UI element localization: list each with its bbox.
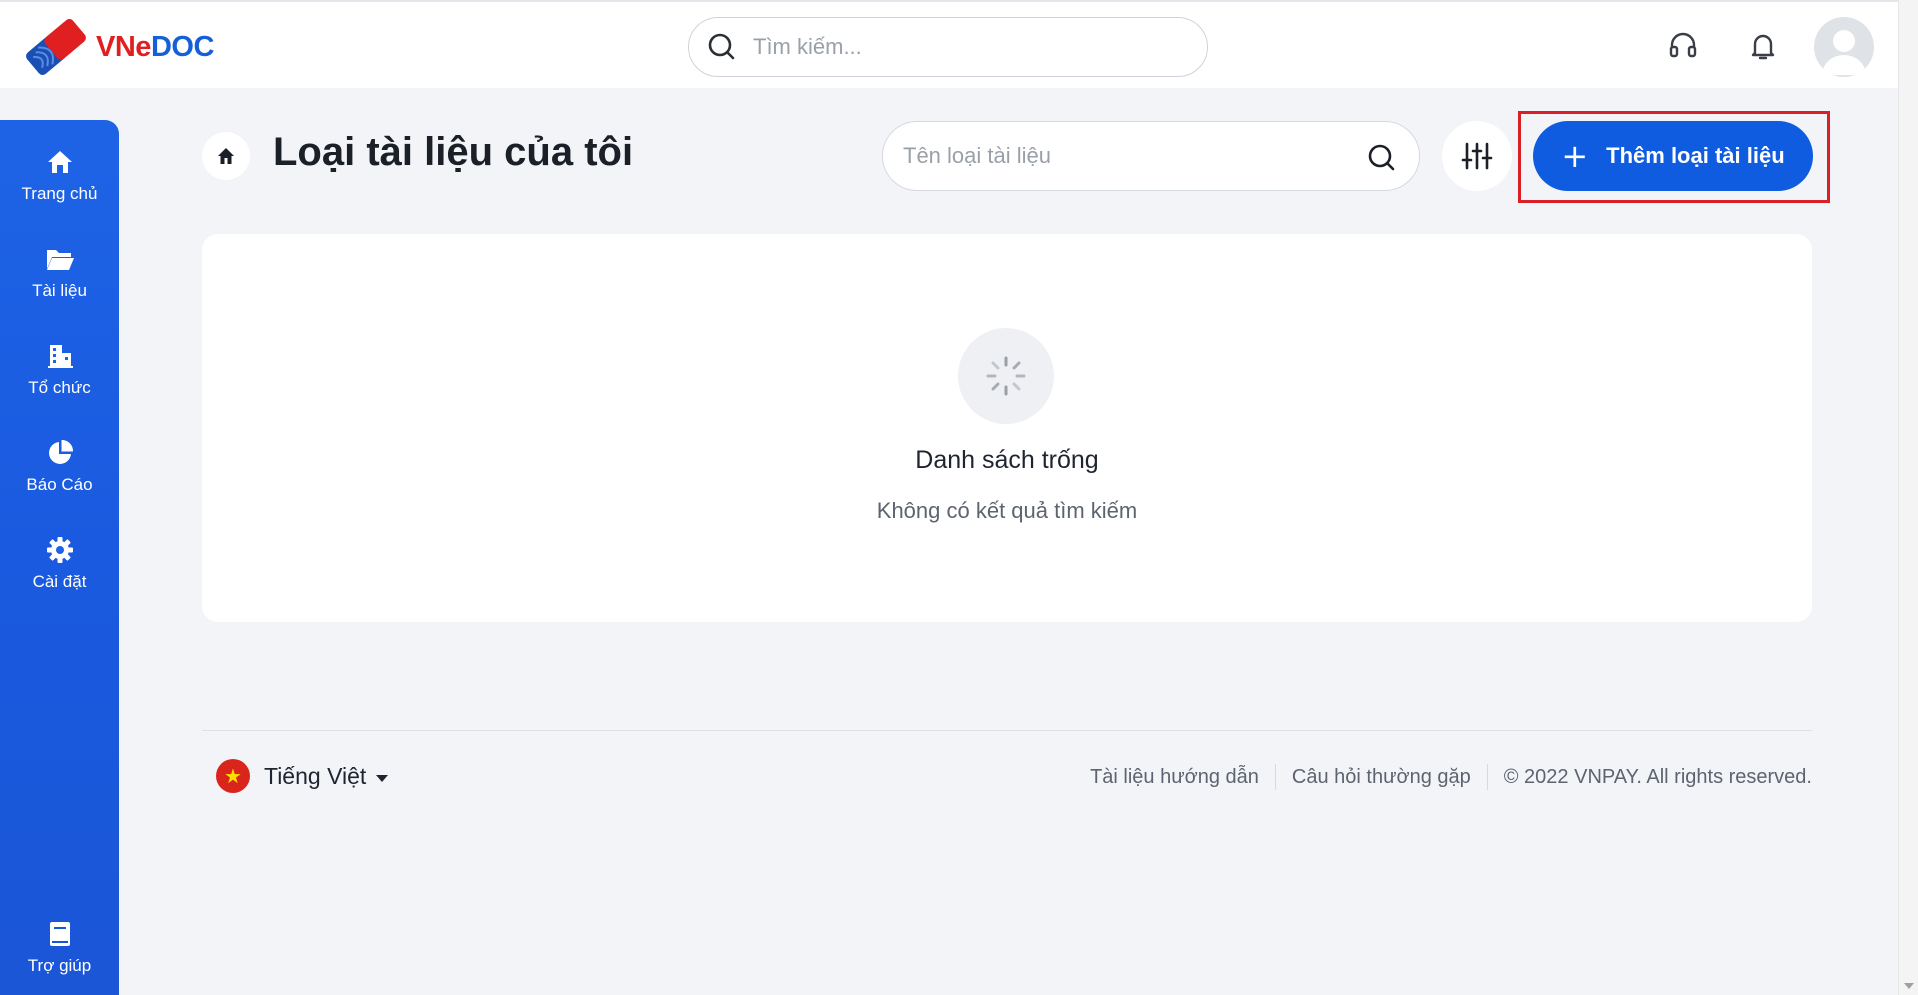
user-placeholder-icon — [1822, 30, 1866, 75]
language-label: Tiếng Việt — [264, 762, 367, 789]
copyright-text: © 2022 VNPAY. All rights reserved. — [1503, 765, 1812, 788]
footer-divider — [202, 730, 1812, 731]
add-button-label: Thêm loại tài liệu — [1606, 143, 1785, 168]
folder-icon — [46, 250, 74, 270]
search-icon — [708, 33, 735, 60]
bell-icon[interactable] — [1743, 26, 1783, 66]
scroll-down-arrow-icon[interactable] — [1904, 983, 1914, 989]
sidebar-item-label: Tài liệu — [32, 281, 87, 300]
plus-icon: + — [1561, 137, 1589, 175]
footer-separator — [1274, 764, 1276, 790]
empty-state-subtitle: Không có kết quả tìm kiếm — [876, 498, 1138, 523]
book-icon — [49, 922, 70, 946]
footer-link-guide[interactable]: Tài liệu hướng dẫn — [1090, 766, 1259, 789]
headset-icon[interactable] — [1663, 26, 1703, 66]
sidebar-item-label: Trợ giúp — [27, 956, 92, 975]
language-selector[interactable]: ★ Tiếng Việt — [216, 759, 389, 793]
gear-icon — [46, 537, 73, 563]
avatar[interactable] — [1814, 17, 1874, 77]
sidebar-item-documents[interactable]: Tài liệu — [0, 245, 119, 325]
empty-state-title: Danh sách trống — [915, 446, 1099, 474]
home-icon — [47, 151, 72, 173]
vietnam-flag-icon: ★ — [216, 759, 250, 793]
sidebar-item-label: Tổ chức — [28, 378, 91, 397]
add-document-type-button[interactable]: + Thêm loại tài liệu — [1533, 121, 1813, 191]
sidebar: Trang chủ Tài liệu Tổ chức Báo Cáo Cài đ… — [0, 120, 119, 995]
sidebar-item-reports[interactable]: Báo Cáo — [0, 439, 119, 519]
sidebar-item-help[interactable]: Trợ giúp — [0, 920, 119, 995]
sidebar-item-label: Báo Cáo — [26, 475, 93, 494]
document-type-search-input[interactable] — [903, 143, 1343, 169]
footer-separator — [1486, 764, 1488, 790]
footer-links: Tài liệu hướng dẫn Câu hỏi thường gặp © … — [1090, 763, 1812, 791]
global-search-bar[interactable] — [688, 17, 1208, 77]
logo-text: VNeDOC — [96, 30, 214, 63]
pie-chart-icon — [48, 439, 73, 464]
search-icon[interactable] — [1367, 143, 1397, 173]
sidebar-item-organization[interactable]: Tổ chức — [0, 342, 119, 422]
vertical-scrollbar[interactable] — [1898, 0, 1918, 995]
filter-button[interactable] — [1442, 121, 1512, 191]
page-title: Loại tài liệu của tôi — [273, 130, 634, 174]
home-icon — [218, 148, 234, 164]
sliders-icon — [1461, 142, 1493, 170]
loading-spinner-icon — [958, 328, 1054, 424]
top-header: VNeDOC — [0, 0, 1898, 88]
logo-mark-icon — [26, 19, 86, 75]
document-type-search[interactable] — [882, 121, 1420, 191]
sidebar-item-settings[interactable]: Cài đặt — [0, 536, 119, 616]
global-search-input[interactable] — [753, 34, 1173, 60]
vnedoc-logo[interactable]: VNeDOC — [20, 18, 214, 76]
footer-link-faq[interactable]: Câu hỏi thường gặp — [1292, 766, 1471, 789]
sidebar-item-home[interactable]: Trang chủ — [0, 148, 119, 228]
home-breadcrumb-button[interactable] — [202, 132, 250, 180]
sidebar-item-label: Cài đặt — [32, 572, 87, 591]
sidebar-item-label: Trang chủ — [21, 184, 98, 203]
building-icon — [47, 345, 73, 368]
document-type-list-card: Danh sách trống Không có kết quả tìm kiế… — [202, 234, 1812, 622]
caret-down-icon — [376, 774, 389, 782]
